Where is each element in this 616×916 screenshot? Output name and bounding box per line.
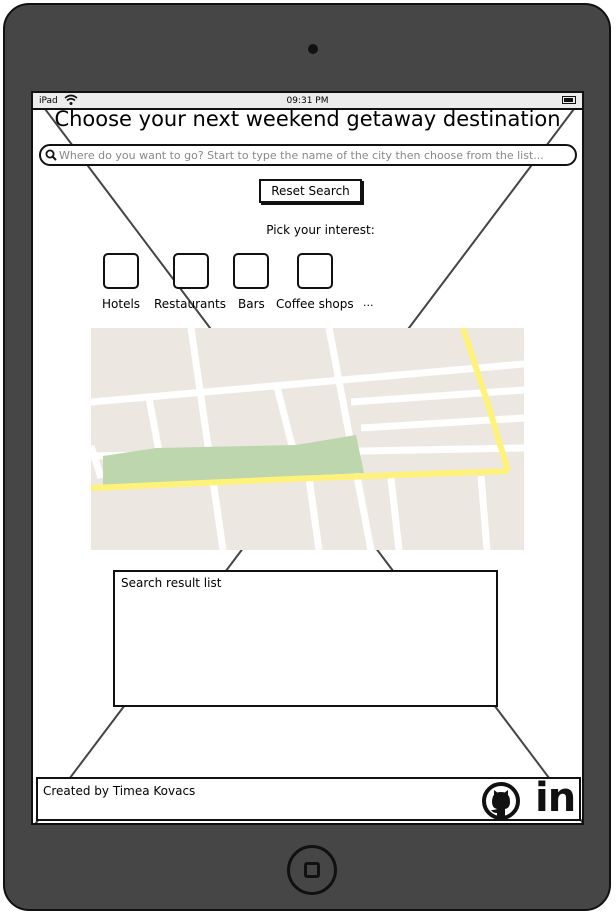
- result-list-label: Search result list: [121, 576, 222, 590]
- search-bar[interactable]: [39, 144, 577, 166]
- checkbox-coffee-shops[interactable]: [297, 253, 333, 289]
- home-button-icon[interactable]: [287, 845, 337, 895]
- camera-icon: [308, 44, 318, 54]
- search-icon: [45, 149, 57, 161]
- interest-prompt: Pick your interest:: [266, 223, 375, 237]
- footer: Created by Timea Kovacs in: [36, 775, 581, 821]
- page-title: Choose your next weekend getaway destina…: [54, 107, 561, 131]
- status-time: 09:31 PM: [286, 96, 329, 106]
- footer-credit: Created by Timea Kovacs: [43, 784, 196, 798]
- checkbox-label-restaurants: Restaurants: [154, 297, 226, 311]
- reset-search-button[interactable]: Reset Search: [259, 179, 362, 203]
- linkedin-icon[interactable]: in: [535, 775, 576, 821]
- map-view[interactable]: [87, 327, 525, 551]
- checkbox-label-coffee-shops: Coffee shops: [276, 297, 354, 311]
- screen: iPad 09:31 PM Choose your next weekend g…: [31, 91, 584, 825]
- checkbox-bars[interactable]: [233, 253, 269, 289]
- checkbox-label-bars: Bars: [238, 297, 265, 311]
- battery-icon: [562, 96, 576, 104]
- search-result-list[interactable]: Search result list: [113, 570, 498, 707]
- checkbox-label-hotels: Hotels: [102, 297, 141, 311]
- search-input[interactable]: [59, 147, 569, 163]
- checkbox-restaurants[interactable]: [173, 253, 209, 289]
- github-icon[interactable]: [481, 781, 521, 821]
- checkbox-hotels[interactable]: [103, 253, 139, 289]
- more-options-ellipsis[interactable]: ...: [363, 296, 374, 309]
